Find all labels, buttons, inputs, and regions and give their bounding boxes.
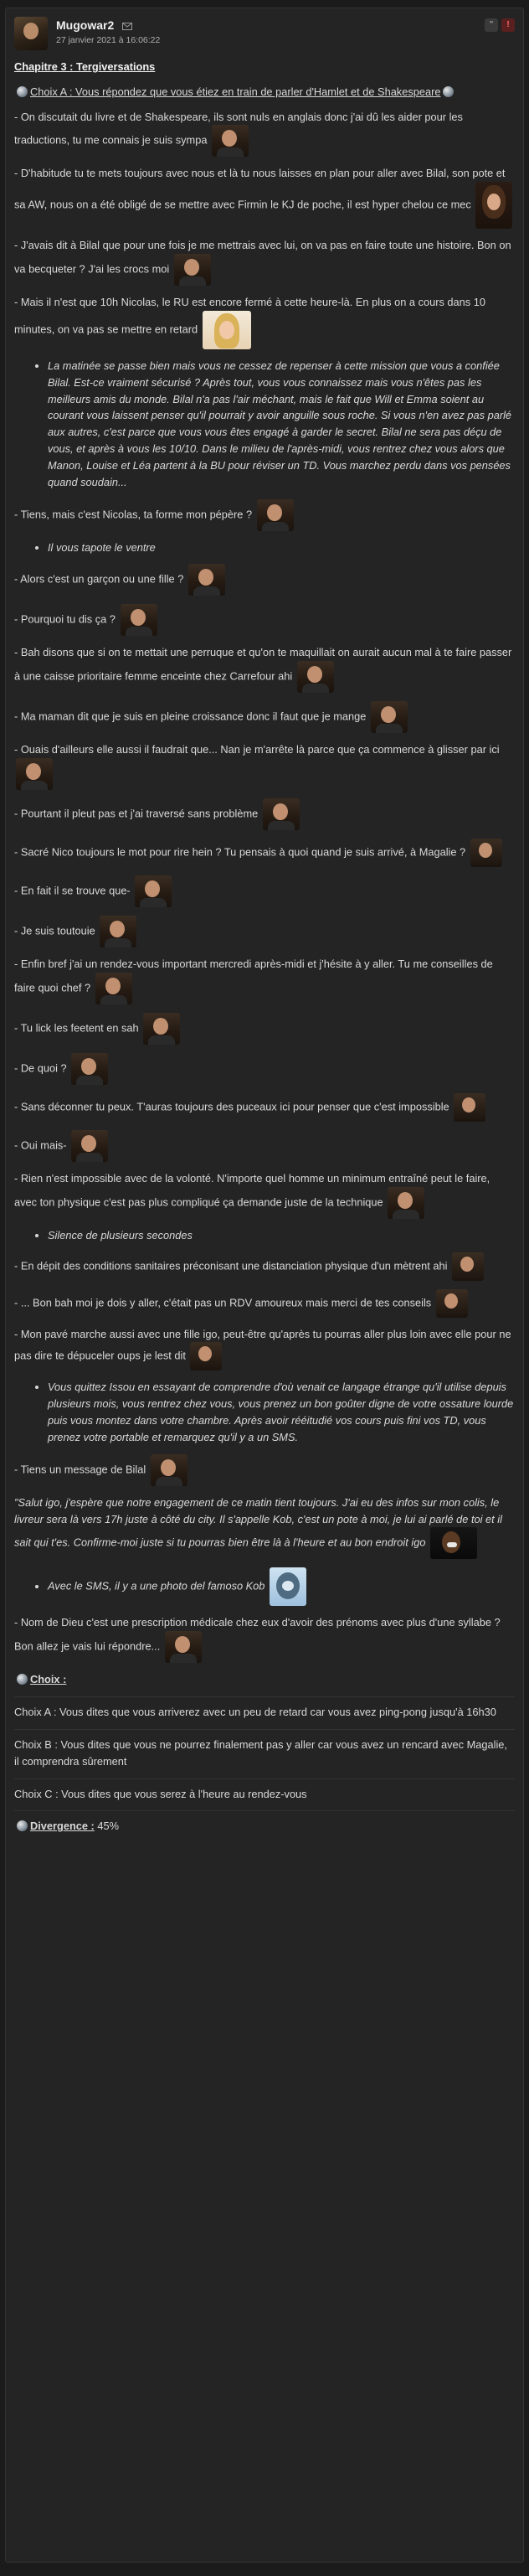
choice-option: Choix B : Vous dites que vous ne pourrez… (14, 1737, 507, 1768)
dialogue-line: - Enfin bref j'ai un rendez-vous importa… (14, 956, 515, 1004)
chapter-title: Chapitre 3 : Tergiversations (14, 60, 156, 73)
narration-list: Silence de plusieurs secondes (14, 1227, 515, 1244)
dialogue-line: - Tiens, mais c'est Nicolas, ta forme mo… (14, 498, 515, 531)
sticker-image (454, 1092, 486, 1122)
globe-icon (17, 1674, 28, 1685)
sticker-image (71, 1052, 109, 1085)
globe-icon (17, 1820, 28, 1832)
choices-heading: Choix : (14, 1671, 515, 1688)
dialogue-line: - Je suis toutouie (14, 916, 515, 948)
sticker-image (100, 916, 137, 948)
dialogue-line: - Mais il n'est que 10h Nicolas, le RU e… (14, 294, 515, 349)
sticker-image (256, 498, 294, 531)
sticker-image (475, 182, 513, 230)
sticker-image (470, 839, 502, 868)
post-content: Chapitre 3 : Tergiversations Choix A : V… (6, 55, 523, 1835)
narration-item: Silence de plusieurs secondes (48, 1227, 515, 1244)
narration-list: La matinée se passe bien mais vous ne ce… (14, 358, 515, 491)
dialogue-line: - J'avais dit à Bilal que pour une fois … (14, 237, 515, 287)
dialogue-line: - Ouais d'ailleurs elle aussi il faudrai… (14, 741, 515, 791)
narration-item: La matinée se passe bien mais vous ne ce… (48, 358, 515, 491)
sticker-image (173, 254, 211, 287)
sticker-image (150, 1453, 187, 1486)
globe-icon (443, 85, 455, 97)
sticker-image (190, 1342, 223, 1371)
divergence: Divergence : 45% (14, 1818, 515, 1835)
dialogue-line: - Alors c'est un garçon ou une fille ? (14, 564, 515, 596)
sticker-image (164, 1631, 202, 1664)
sticker-image (452, 1252, 485, 1281)
sticker-image (430, 1527, 477, 1560)
dialogue-line: - On discutait du livre et de Shakespear… (14, 109, 515, 157)
dialogue-line: - D'habitude tu te mets toujours avec no… (14, 165, 515, 230)
dialogue-line: - Sacré Nico toujours le mot pour rire h… (14, 839, 515, 868)
report-button[interactable]: ! (501, 18, 515, 32)
dialogue-line: - Pourtant il pleut pas et j'ai traversé… (14, 798, 515, 831)
sticker-image (435, 1288, 468, 1318)
narration-item: Il vous tapote le ventre (48, 539, 515, 556)
dialogue-line: - Ma maman dit que je suis en pleine cro… (14, 701, 515, 734)
sticker-image (135, 875, 172, 908)
dialogue-line: - Sans déconner tu peux. T'auras toujour… (14, 1092, 515, 1122)
sms-message: "Salut igo, j'espère que notre engagemen… (14, 1494, 515, 1560)
divider (14, 1810, 515, 1812)
sticker-image (95, 972, 132, 1004)
forum-post: Mugowar2 27 janvier 2021 à 16:06:22 " ! … (5, 8, 524, 2563)
dialogue-line: - Tiens un message de Bilal (14, 1453, 515, 1486)
divider (14, 1778, 515, 1779)
sticker-image (296, 661, 334, 694)
globe-icon (17, 85, 28, 97)
post-date: 27 janvier 2021 à 16:06:22 (56, 35, 161, 45)
dialogue-line: - Rien n'est impossible avec de la volon… (14, 1170, 515, 1219)
quote-button[interactable]: " (485, 18, 498, 32)
dialogue-line: - De quoi ? (14, 1052, 515, 1085)
sticker-image (212, 125, 249, 157)
sticker-image (388, 1186, 425, 1219)
sticker-image (202, 310, 251, 349)
narration-list: Avec le SMS, il y a une photo del famoso… (14, 1567, 515, 1607)
narration-item: Avec le SMS, il y a une photo del famoso… (48, 1567, 515, 1607)
dialogue-line: - ... Bon bah moi je dois y aller, c'éta… (14, 1288, 515, 1318)
sticker-image (269, 1567, 306, 1607)
dialogue-line: - En fait il se trouve que- (14, 875, 515, 908)
sticker-image (71, 1129, 109, 1162)
sticker-image (370, 701, 408, 734)
dialogue-line: - Mon pavé marche aussi avec une fille i… (14, 1326, 515, 1371)
divergence-value: 45% (97, 1820, 120, 1833)
dialogue-line: - Oui mais- (14, 1129, 515, 1162)
post-header: Mugowar2 27 janvier 2021 à 16:06:22 " ! (6, 8, 523, 55)
narration-list: Il vous tapote le ventre (14, 539, 515, 556)
choice-heading-text: Choix A : Vous répondez que vous étiez e… (30, 85, 441, 98)
choice-heading: Choix A : Vous répondez que vous étiez e… (14, 84, 515, 101)
dialogue-line: - Bah disons que si on te mettait une pe… (14, 644, 515, 694)
choice-option: Choix C : Vous dites que vous serez à l'… (14, 1787, 307, 1800)
sticker-image (143, 1012, 181, 1045)
choice-option: Choix A : Vous dites que vous arriverez … (14, 1706, 496, 1719)
dialogue-line: - En dépit des conditions sanitaires pré… (14, 1252, 515, 1281)
sticker-image (187, 564, 225, 596)
narration-list: Vous quittez Issou en essayant de compre… (14, 1379, 515, 1445)
sticker-image (16, 758, 53, 791)
dialogue-line: - Tu lick les feetent en sah (14, 1012, 515, 1045)
sticker-image (262, 798, 300, 831)
divider (14, 1696, 515, 1698)
sticker-image (120, 604, 157, 637)
author-label[interactable]: Mugowar2 (56, 18, 114, 32)
narration-item: Vous quittez Issou en essayant de compre… (48, 1379, 515, 1445)
dialogue-line: - Nom de Dieu c'est une prescription méd… (14, 1614, 515, 1664)
divider (14, 1728, 515, 1730)
avatar[interactable] (14, 17, 48, 50)
dialogue-line: - Pourquoi tu dis ça ? (14, 604, 515, 637)
